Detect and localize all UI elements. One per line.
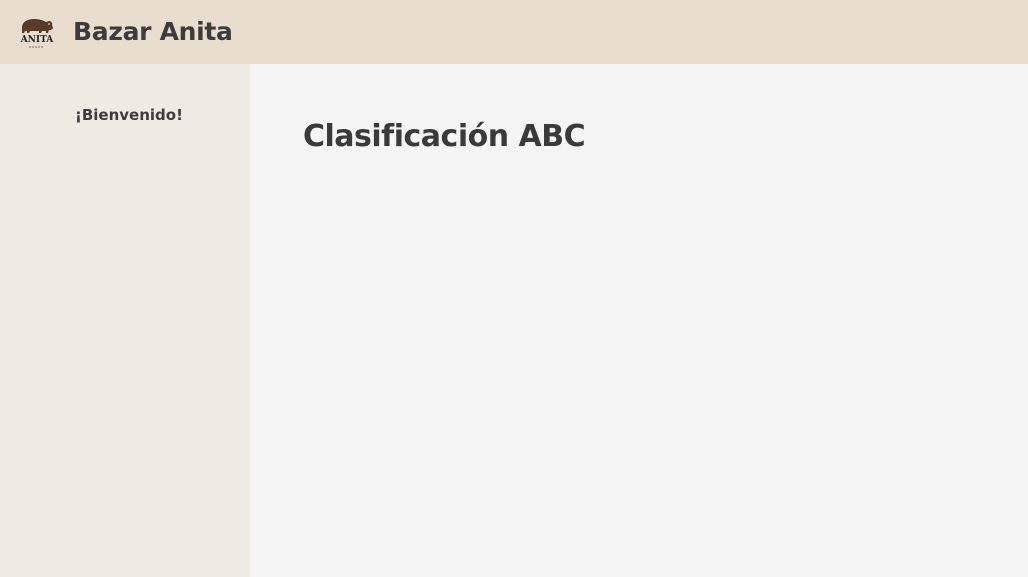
sidebar: ¡Bienvenido! (0, 64, 250, 577)
logo-text: ANITA (20, 35, 55, 45)
bear-logo-icon[interactable]: ANITA (16, 14, 58, 52)
top-header: ANITA Bazar Anita (0, 0, 1028, 64)
main-content: Clasificación ABC (250, 64, 1028, 577)
page-title: Clasificación ABC (303, 119, 586, 154)
app-title[interactable]: Bazar Anita (73, 17, 233, 46)
welcome-message: ¡Bienvenido! (75, 106, 183, 124)
